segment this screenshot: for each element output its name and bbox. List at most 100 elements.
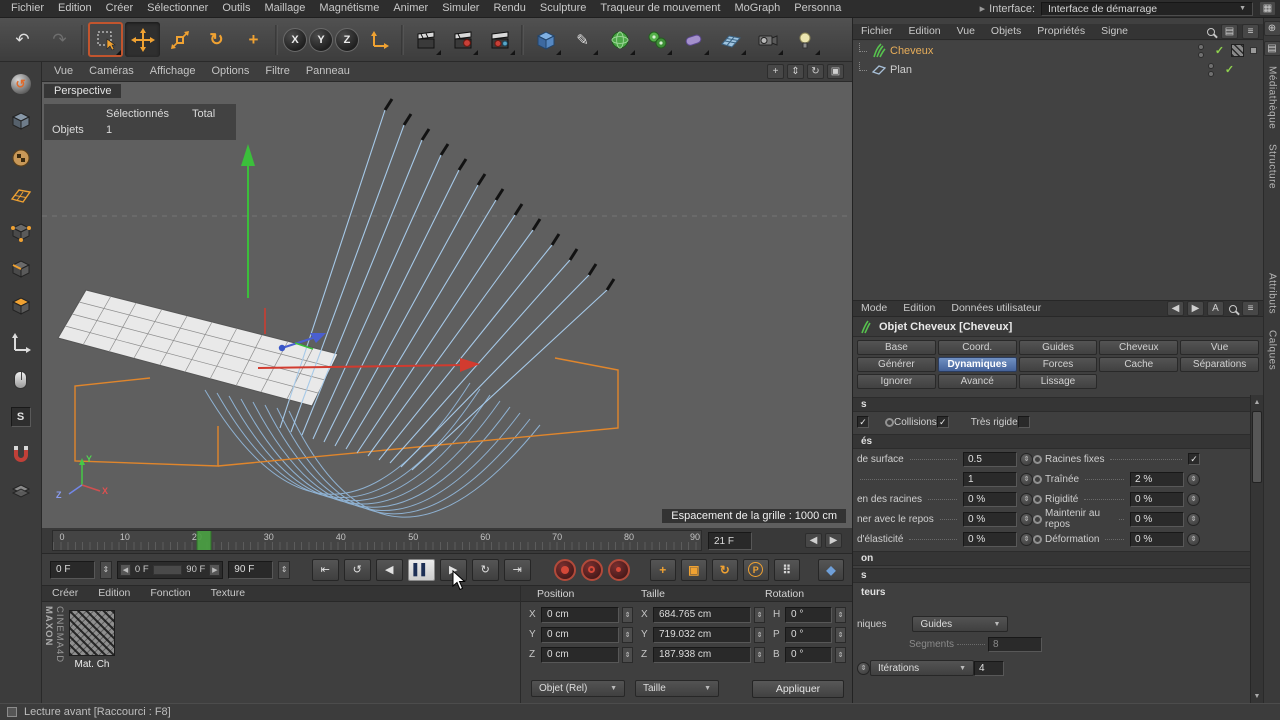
- scroll-up-icon[interactable]: ▲: [1251, 396, 1263, 408]
- rotation-field[interactable]: 0 °: [785, 606, 832, 623]
- timeline-ruler[interactable]: 0102030405060708090: [52, 530, 702, 551]
- stepper[interactable]: ⇕: [754, 626, 765, 643]
- redo-button[interactable]: ↷: [42, 22, 77, 57]
- hair-tag-icon[interactable]: [1250, 47, 1257, 54]
- coordinate-mode-dropdown[interactable]: Objet (Rel) ▼: [531, 680, 625, 697]
- range-left-handle[interactable]: ◀: [119, 563, 131, 576]
- timeline-scroll-right-icon[interactable]: ▶: [825, 533, 842, 548]
- scrollbar-thumb[interactable]: [1252, 411, 1262, 483]
- add-light-button[interactable]: [787, 22, 822, 57]
- autokey-button[interactable]: [580, 558, 603, 581]
- texture-mode-button[interactable]: [5, 142, 37, 174]
- repos-field[interactable]: 0 %: [963, 511, 1017, 527]
- stepper[interactable]: ⇕: [1187, 472, 1200, 486]
- stepper[interactable]: ⇕: [1187, 492, 1200, 506]
- section-header[interactable]: és: [853, 434, 1250, 449]
- stepper[interactable]: ⇕: [622, 646, 633, 663]
- play-backward-button[interactable]: ↺: [343, 558, 371, 581]
- material-menu-item[interactable]: Fonction: [140, 586, 200, 601]
- position-field[interactable]: 0 cm: [541, 646, 619, 663]
- menu-item[interactable]: Sélectionner: [140, 0, 215, 17]
- size-mode-dropdown[interactable]: Taille ▼: [635, 680, 719, 697]
- start-frame-stepper[interactable]: ⇕: [99, 560, 112, 579]
- key-rotation-toggle[interactable]: ↻: [711, 558, 738, 581]
- keyframe-dot[interactable]: [1033, 474, 1042, 484]
- size-field[interactable]: 719.032 cm: [653, 626, 751, 643]
- view-label[interactable]: Perspective: [44, 84, 122, 98]
- tab-lissage[interactable]: Lissage: [1018, 374, 1098, 389]
- add-spline-button[interactable]: ✎: [565, 22, 600, 57]
- stepper[interactable]: ⇕: [1187, 512, 1200, 526]
- history-back-icon[interactable]: ◀: [1167, 301, 1184, 316]
- stepper[interactable]: ⇕: [1020, 452, 1033, 466]
- menu-item[interactable]: Animer: [386, 0, 435, 17]
- model-mode-button[interactable]: [5, 105, 37, 137]
- stepper[interactable]: ⇕: [1020, 472, 1033, 486]
- keyframe-dot[interactable]: [1033, 494, 1042, 504]
- tab-generer[interactable]: Générer: [857, 357, 936, 372]
- pause-button[interactable]: ▌▌: [407, 558, 435, 581]
- menu-item[interactable]: Créer: [99, 0, 141, 17]
- arrange-icon[interactable]: A: [1207, 301, 1224, 316]
- section-header[interactable]: on: [853, 551, 1250, 566]
- tab-vue[interactable]: Vue: [1180, 340, 1259, 355]
- dock-grid-icon[interactable]: ▤: [1263, 41, 1280, 56]
- surface-field[interactable]: 0.5: [963, 451, 1017, 467]
- add-generator-button[interactable]: [602, 22, 637, 57]
- timeline-scroll-left-icon[interactable]: ◀: [805, 533, 822, 548]
- iterations-field[interactable]: 4: [974, 660, 1004, 676]
- menu-item[interactable]: Rendu: [486, 0, 532, 17]
- stepper[interactable]: ⇕: [622, 626, 633, 643]
- search-icon[interactable]: [1229, 304, 1237, 313]
- keyframe-selection-button[interactable]: [607, 558, 630, 581]
- keyframe-dot[interactable]: [885, 417, 894, 427]
- points-mode-button[interactable]: [5, 216, 37, 248]
- viewport-menu-item[interactable]: Caméras: [81, 63, 142, 80]
- coordinate-system-button[interactable]: [362, 22, 397, 57]
- rotate-tool-button[interactable]: ↻: [199, 22, 234, 57]
- material-menu-item[interactable]: Créer: [42, 586, 88, 601]
- menu-item[interactable]: Traqueur de mouvement: [593, 0, 727, 17]
- size-field[interactable]: 187.938 cm: [653, 646, 751, 663]
- tab-cheveux[interactable]: Cheveux: [1099, 340, 1179, 355]
- scroll-down-icon[interactable]: ▼: [1251, 690, 1263, 702]
- history-forward-icon[interactable]: ▶: [1187, 301, 1204, 316]
- previous-frame-button[interactable]: ◀: [375, 558, 403, 581]
- menu-item[interactable]: Outils: [215, 0, 257, 17]
- enabled-check-icon[interactable]: ✓: [1212, 44, 1227, 57]
- stepper[interactable]: ⇕: [622, 606, 633, 623]
- menu-item[interactable]: MoGraph: [727, 0, 787, 17]
- next-frame-button[interactable]: ▶: [439, 558, 467, 581]
- menu-icon[interactable]: ≡: [1242, 301, 1259, 316]
- orbit-view-icon[interactable]: ↻: [807, 64, 824, 79]
- stepper[interactable]: ⇕: [754, 606, 765, 623]
- stepper[interactable]: ⇕: [1020, 532, 1033, 546]
- current-frame-field[interactable]: 21 F: [708, 532, 752, 550]
- section-header[interactable]: s: [853, 397, 1250, 412]
- stepper[interactable]: ⇕: [1187, 532, 1200, 546]
- tab-dynamiques[interactable]: Dynamiques: [937, 357, 1017, 372]
- render-queue-button[interactable]: [482, 22, 517, 57]
- goto-end-button[interactable]: ⇥: [503, 558, 531, 581]
- keying-options-button[interactable]: ◆: [818, 558, 844, 581]
- axis-lock-button[interactable]: Z: [335, 27, 359, 52]
- stepper[interactable]: ⇕: [835, 646, 846, 663]
- menu-item[interactable]: Fichier: [4, 0, 51, 17]
- stepper[interactable]: ⇕: [1020, 512, 1033, 526]
- search-icon[interactable]: [1207, 27, 1215, 36]
- position-field[interactable]: 0 cm: [541, 606, 619, 623]
- add-cube-button[interactable]: [528, 22, 563, 57]
- texture-tag-icon[interactable]: [1231, 44, 1244, 57]
- edges-mode-button[interactable]: [5, 253, 37, 285]
- preview-range-slider[interactable]: ◀ 0 F 90 F ▶: [116, 560, 224, 579]
- scale-tool-button[interactable]: [162, 22, 197, 57]
- render-settings-button[interactable]: [445, 22, 480, 57]
- object-menu-item[interactable]: Objets: [983, 24, 1029, 39]
- position-field[interactable]: 0 cm: [541, 626, 619, 643]
- render-view-button[interactable]: [408, 22, 443, 57]
- stepper[interactable]: ⇕: [835, 626, 846, 643]
- stepper[interactable]: ⇕: [857, 661, 870, 675]
- add-deformer-button[interactable]: [639, 22, 674, 57]
- menu-item[interactable]: Sculpture: [533, 0, 593, 17]
- workplane-mode-button[interactable]: [5, 179, 37, 211]
